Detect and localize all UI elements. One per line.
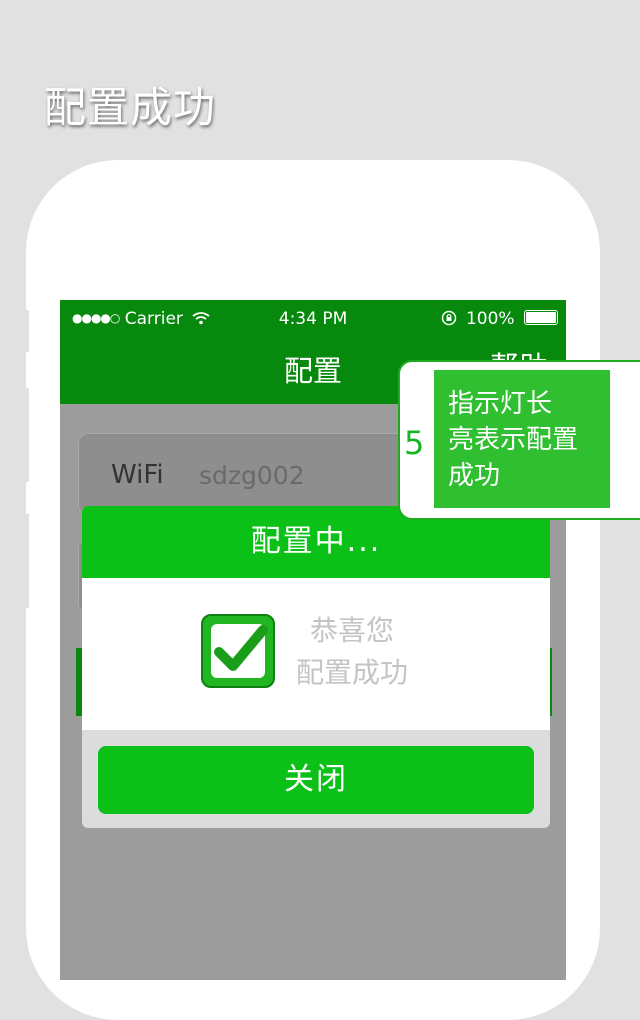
config-dialog: 配置中... 恭喜您 配置成功 关闭	[82, 506, 550, 828]
phone-side-button	[24, 388, 29, 482]
rotation-lock-icon	[441, 309, 466, 329]
battery-icon	[524, 310, 558, 325]
phone-side-button	[24, 310, 29, 352]
close-button[interactable]: 关闭	[98, 746, 534, 814]
status-bar: ●●●●○ Carrier 4:34 PM 100%	[60, 300, 566, 338]
callout-line3: 成功	[448, 461, 501, 491]
dialog-body: 恭喜您 配置成功	[82, 578, 550, 730]
status-right: 100%	[441, 309, 558, 329]
step-callout: 5 指示灯长 亮表示配置 成功	[398, 360, 640, 520]
wifi-value: sdzg002	[199, 461, 305, 490]
step-number: 5	[404, 424, 425, 462]
callout-line2: 亮表示配置	[448, 425, 579, 455]
success-message-line1: 恭喜您	[309, 614, 394, 647]
callout-line1: 指示灯长	[448, 389, 553, 419]
phone-side-button	[24, 514, 29, 608]
wifi-label: WiFi	[111, 460, 164, 490]
checkmark-icon	[201, 614, 275, 688]
success-message-line2: 配置成功	[295, 656, 408, 689]
callout-text-box: 指示灯长 亮表示配置 成功	[434, 370, 610, 508]
battery-percent: 100%	[465, 309, 515, 329]
page-headline: 配置成功	[44, 83, 217, 132]
success-message: 恭喜您 配置成功	[282, 610, 422, 694]
